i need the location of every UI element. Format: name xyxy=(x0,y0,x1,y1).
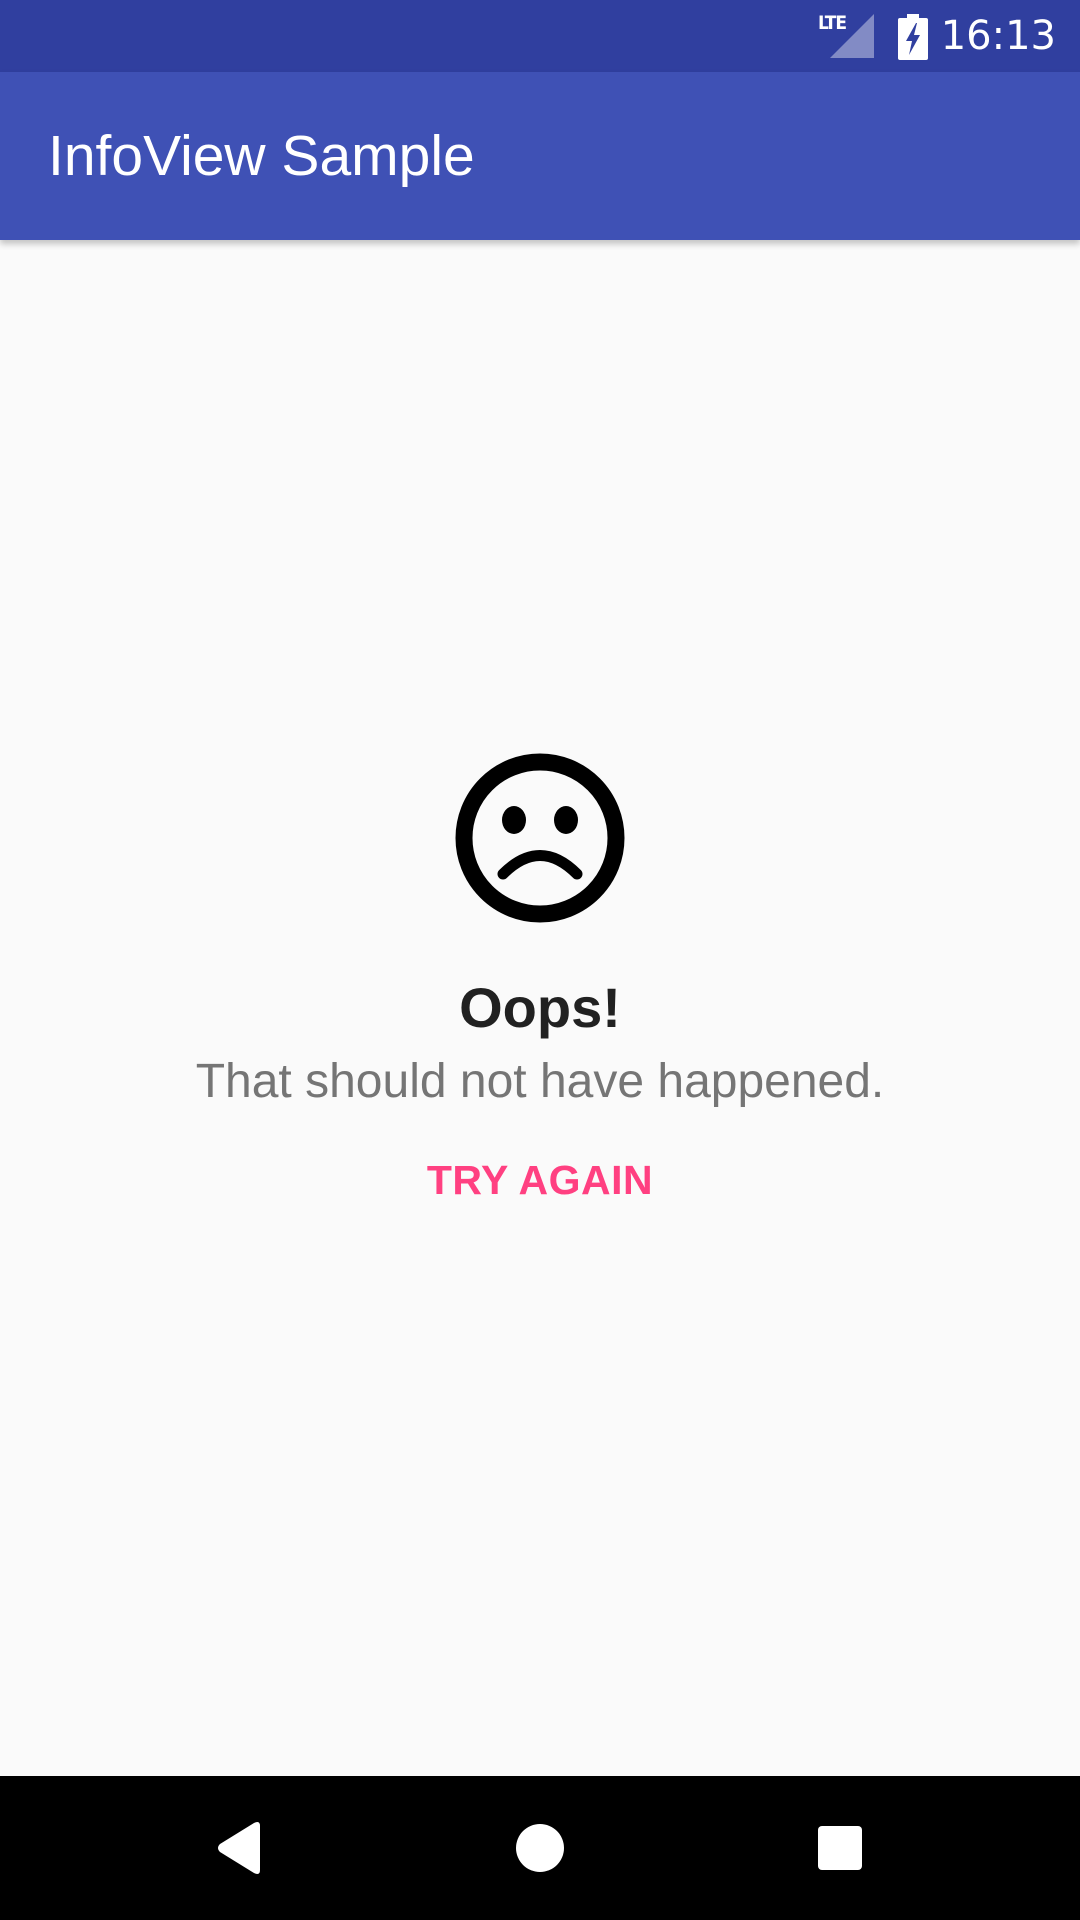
try-again-button[interactable]: TRY AGAIN xyxy=(390,1140,690,1220)
recents-icon[interactable] xyxy=(792,1800,888,1896)
status-time: 16:13 xyxy=(940,13,1056,59)
home-icon[interactable] xyxy=(492,1800,588,1896)
app-title: InfoView Sample xyxy=(48,124,475,188)
info-view: Oops! That should not have happened. TRY… xyxy=(0,240,1080,1776)
info-message: That should not have happened. xyxy=(195,1055,885,1108)
app-bar: InfoView Sample xyxy=(0,72,1080,240)
cell-signal-icon xyxy=(830,14,874,58)
status-bar: LTE 16:13 xyxy=(0,0,1080,72)
navigation-bar xyxy=(0,1776,1080,1920)
back-icon[interactable] xyxy=(192,1800,288,1896)
info-title: Oops! xyxy=(459,976,621,1039)
battery-charging-icon xyxy=(898,14,928,60)
sad-face-icon xyxy=(455,753,625,923)
